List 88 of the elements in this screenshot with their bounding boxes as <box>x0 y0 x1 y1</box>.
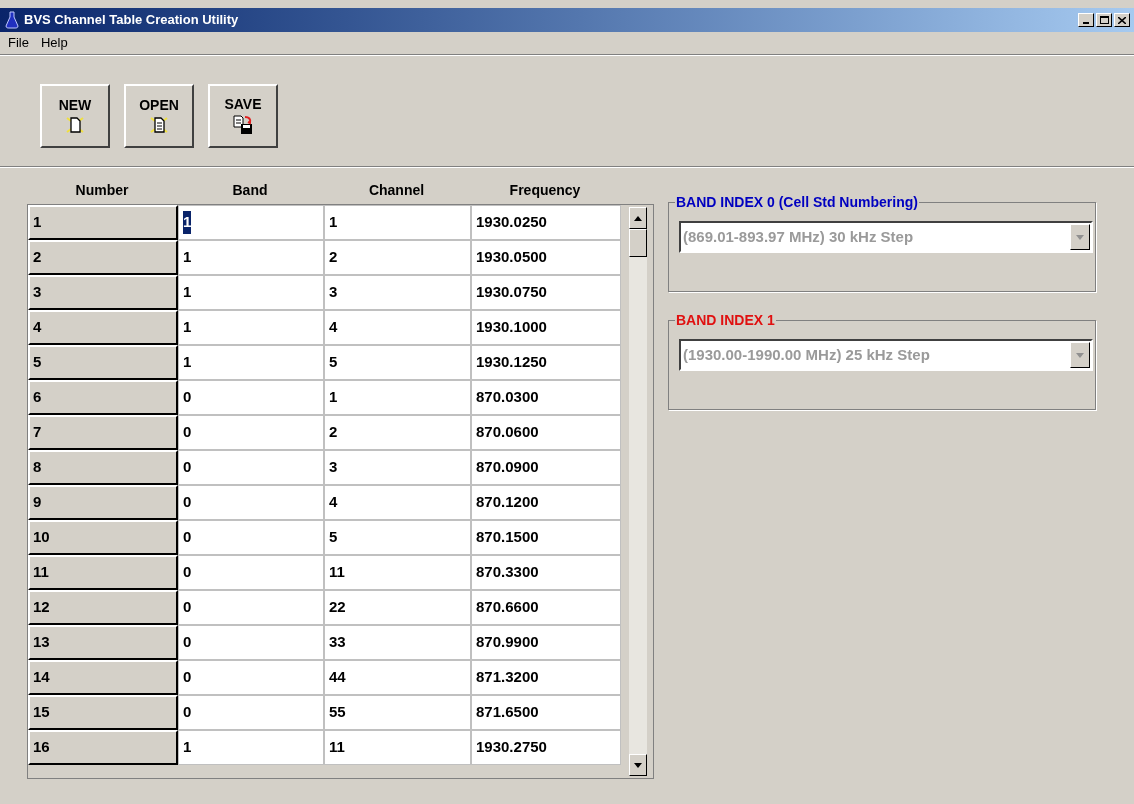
table-cell[interactable]: 5 <box>324 345 471 380</box>
column-header: Frequency <box>509 180 581 200</box>
table-cell[interactable]: 1 <box>178 275 324 310</box>
scroll-thumb[interactable] <box>629 229 647 257</box>
table-cell[interactable]: 4 <box>324 310 471 345</box>
new-file-icon <box>66 116 84 134</box>
row-header[interactable]: 3 <box>28 275 178 310</box>
table-cell[interactable]: 871.3200 <box>471 660 621 695</box>
table-cell[interactable]: 1 <box>178 730 324 765</box>
table-cell[interactable]: 0 <box>178 520 324 555</box>
maximize-button[interactable] <box>1096 13 1112 27</box>
row-header[interactable]: 8 <box>28 450 178 485</box>
table-cell[interactable]: 11 <box>324 730 471 765</box>
toolbar-button[interactable]: OPEN <box>124 84 194 148</box>
table-cell[interactable]: 1930.2750 <box>471 730 621 765</box>
table-cell[interactable]: 1 <box>178 310 324 345</box>
row-header[interactable]: 9 <box>28 485 178 520</box>
table-cell[interactable]: 0 <box>178 660 324 695</box>
scrollbar[interactable] <box>629 207 647 776</box>
table-cell[interactable]: 0 <box>178 450 324 485</box>
table-cell[interactable]: 870.0900 <box>471 450 621 485</box>
row-header[interactable]: 5 <box>28 345 178 380</box>
minimize-button[interactable] <box>1078 13 1094 27</box>
table-cell[interactable]: 1 <box>324 205 471 240</box>
row-header[interactable]: 1 <box>28 205 178 240</box>
table-cell[interactable]: 870.1200 <box>471 485 621 520</box>
table-cell[interactable]: 0 <box>178 415 324 450</box>
table-cell[interactable]: 3 <box>324 275 471 310</box>
table-cell[interactable]: 1930.1000 <box>471 310 621 345</box>
row-header[interactable]: 7 <box>28 415 178 450</box>
table-cell[interactable]: 0 <box>178 380 324 415</box>
row-header[interactable]: 6 <box>28 380 178 415</box>
close-button[interactable] <box>1114 13 1130 27</box>
row-header[interactable]: 12 <box>28 590 178 625</box>
table-cell[interactable]: 1930.1250 <box>471 345 621 380</box>
row-header[interactable]: 4 <box>28 310 178 345</box>
table-cell[interactable]: 870.0600 <box>471 415 621 450</box>
table-cell[interactable]: 870.3300 <box>471 555 621 590</box>
table-cell[interactable]: 1 <box>324 380 471 415</box>
table-cell[interactable]: 5 <box>324 520 471 555</box>
table-cell[interactable]: 1930.0750 <box>471 275 621 310</box>
row-header[interactable]: 14 <box>28 660 178 695</box>
table-cell[interactable]: 22 <box>324 590 471 625</box>
row-header[interactable]: 10 <box>28 520 178 555</box>
table-cell[interactable]: 1 <box>178 205 324 240</box>
document-icon <box>150 116 168 134</box>
table-cell[interactable]: 44 <box>324 660 471 695</box>
table-cell[interactable]: 3 <box>324 450 471 485</box>
down-arrow-icon <box>634 762 642 768</box>
table-cell[interactable]: 55 <box>324 695 471 730</box>
row-header[interactable]: 16 <box>28 730 178 765</box>
table-cell[interactable]: 870.9900 <box>471 625 621 660</box>
menu-item[interactable]: Help <box>40 33 68 53</box>
up-arrow-icon <box>634 215 642 221</box>
toolbar-button[interactable]: SAVE <box>208 84 278 148</box>
column-header: Number <box>75 180 129 200</box>
scroll-up-button[interactable] <box>629 207 647 229</box>
table-cell[interactable]: 1930.0500 <box>471 240 621 275</box>
row-header[interactable]: 13 <box>28 625 178 660</box>
toolbar-button[interactable]: NEW <box>40 84 110 148</box>
menu-item[interactable]: File <box>8 33 29 53</box>
table-cell[interactable]: 4 <box>324 485 471 520</box>
window-title: BVS Channel Table Creation Utility <box>24 11 239 30</box>
row-header[interactable]: 11 <box>28 555 178 590</box>
table-cell[interactable]: 2 <box>324 240 471 275</box>
table-cell[interactable]: 0 <box>178 695 324 730</box>
table-cell[interactable]: 870.6600 <box>471 590 621 625</box>
table-cell[interactable]: 871.6500 <box>471 695 621 730</box>
table-cell[interactable]: 870.0300 <box>471 380 621 415</box>
table-cell[interactable]: 11 <box>324 555 471 590</box>
table-cell[interactable]: 0 <box>178 625 324 660</box>
column-header: Channel <box>368 180 425 200</box>
table-cell[interactable]: 33 <box>324 625 471 660</box>
table-cell[interactable]: 0 <box>178 485 324 520</box>
table-cell[interactable]: 0 <box>178 555 324 590</box>
table-cell[interactable]: 1 <box>178 240 324 275</box>
table-cell[interactable]: 1 <box>178 345 324 380</box>
table-cell[interactable]: 2 <box>324 415 471 450</box>
column-header: Band <box>232 180 268 200</box>
close-icon <box>1118 16 1126 24</box>
scroll-down-button[interactable] <box>629 754 647 776</box>
table-cell[interactable]: 870.1500 <box>471 520 621 555</box>
save-disk-icon <box>232 115 254 135</box>
table-cell[interactable]: 0 <box>178 590 324 625</box>
flask-icon <box>4 11 20 29</box>
row-header[interactable]: 15 <box>28 695 178 730</box>
table-cell[interactable]: 1930.0250 <box>471 205 621 240</box>
row-header[interactable]: 2 <box>28 240 178 275</box>
